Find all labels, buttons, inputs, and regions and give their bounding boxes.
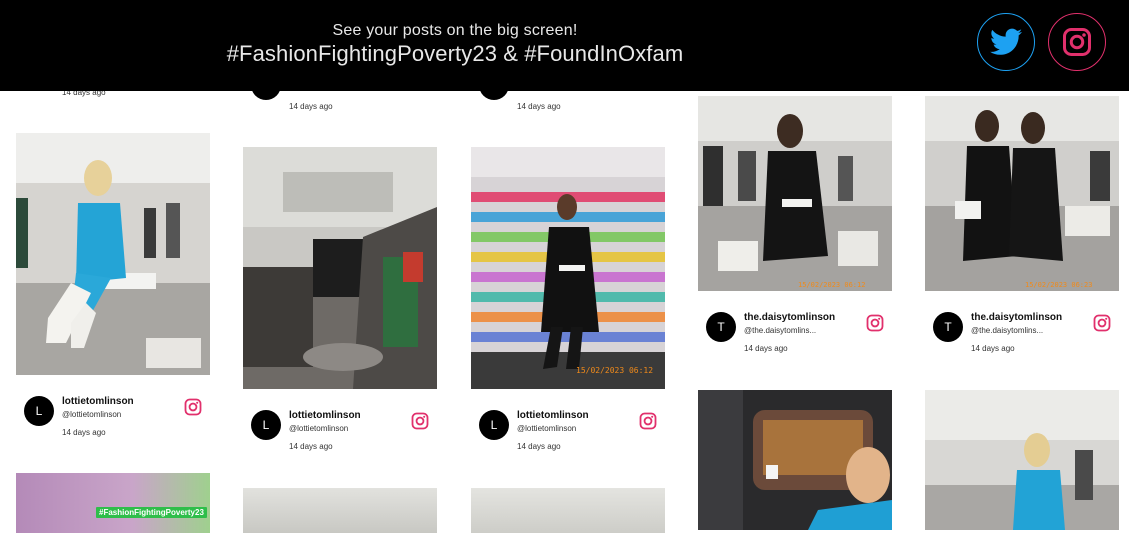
instagram-button[interactable]	[1048, 13, 1106, 71]
post-handle: @the.daisytomlins...	[971, 326, 1044, 335]
post-photo[interactable]	[925, 390, 1119, 530]
post-time: 14 days ago	[517, 102, 561, 111]
photo-date-stamp: 15/02/2023 06:12	[798, 281, 865, 289]
post-handle: @lottietomlinson	[62, 410, 122, 419]
avatar: T	[706, 312, 736, 342]
instagram-icon	[639, 412, 657, 430]
post-card[interactable]	[243, 488, 437, 533]
instagram-icon	[411, 412, 429, 430]
post-card[interactable]	[925, 390, 1119, 530]
photo-date-stamp: 15/02/2023 06:23	[1025, 281, 1092, 289]
post-username[interactable]: lottietomlinson	[62, 396, 134, 407]
post-handle: @the.daisytomlins...	[744, 326, 817, 335]
avatar: L	[479, 410, 509, 440]
instagram-icon	[866, 314, 884, 332]
post-time: 14 days ago	[517, 442, 561, 451]
post-photo[interactable]	[243, 488, 437, 533]
post-card[interactable]: #FashionFightingPoverty23	[16, 473, 210, 533]
photo-date-stamp: 15/02/2023 06:12	[576, 366, 653, 375]
post-card[interactable]	[471, 488, 665, 533]
post-card[interactable]: L lottietomlinson @lottietomlinson 14 da…	[243, 147, 437, 457]
post-time: 14 days ago	[289, 442, 333, 451]
twitter-button[interactable]	[977, 13, 1035, 71]
post-time: 14 days ago	[289, 102, 333, 111]
post-card[interactable]: L lottietomlinson @lottietomlinson 14 da…	[16, 133, 210, 443]
post-username[interactable]: the.daisytomlinson	[744, 312, 835, 323]
post-card[interactable]	[698, 390, 892, 530]
post-username[interactable]: lottietomlinson	[517, 410, 589, 421]
post-username[interactable]: lottietomlinson	[289, 410, 361, 421]
post-handle: @lottietomlinson	[517, 424, 577, 433]
post-card[interactable]: 15/02/2023 06:12 L lottietomlinson @lott…	[471, 147, 665, 457]
post-photo[interactable]	[16, 133, 210, 375]
post-card[interactable]: 15/02/2023 06:23 T the.daisytomlinson @t…	[925, 96, 1119, 361]
post-card[interactable]: 15/02/2023 06:12 T the.daisytomlinson @t…	[698, 96, 892, 361]
instagram-icon	[184, 398, 202, 416]
post-photo[interactable]: #FashionFightingPoverty23	[16, 473, 210, 533]
avatar: L	[251, 410, 281, 440]
tagline: See your posts on the big screen!	[332, 22, 578, 39]
hashtags-title: #FashionFightingPoverty23 & #FoundInOxfa…	[226, 41, 684, 66]
avatar: L	[24, 396, 54, 426]
twitter-icon	[990, 28, 1022, 55]
post-time: 14 days ago	[62, 428, 106, 437]
post-photo[interactable]	[471, 488, 665, 533]
post-photo[interactable]: 15/02/2023 06:23	[925, 96, 1119, 291]
post-username[interactable]: the.daisytomlinson	[971, 312, 1062, 323]
hashtag-badge: #FashionFightingPoverty23	[96, 507, 207, 518]
header-bar: See your posts on the big screen! #Fashi…	[0, 0, 1129, 91]
instagram-icon	[1063, 28, 1091, 56]
post-time: 14 days ago	[971, 344, 1015, 353]
post-photo[interactable]: 15/02/2023 06:12	[698, 96, 892, 291]
post-photo[interactable]: 15/02/2023 06:12	[471, 147, 665, 389]
avatar: T	[933, 312, 963, 342]
post-time: 14 days ago	[744, 344, 788, 353]
instagram-icon	[1093, 314, 1111, 332]
post-photo[interactable]	[698, 390, 892, 530]
post-photo[interactable]	[243, 147, 437, 389]
post-handle: @lottietomlinson	[289, 424, 349, 433]
